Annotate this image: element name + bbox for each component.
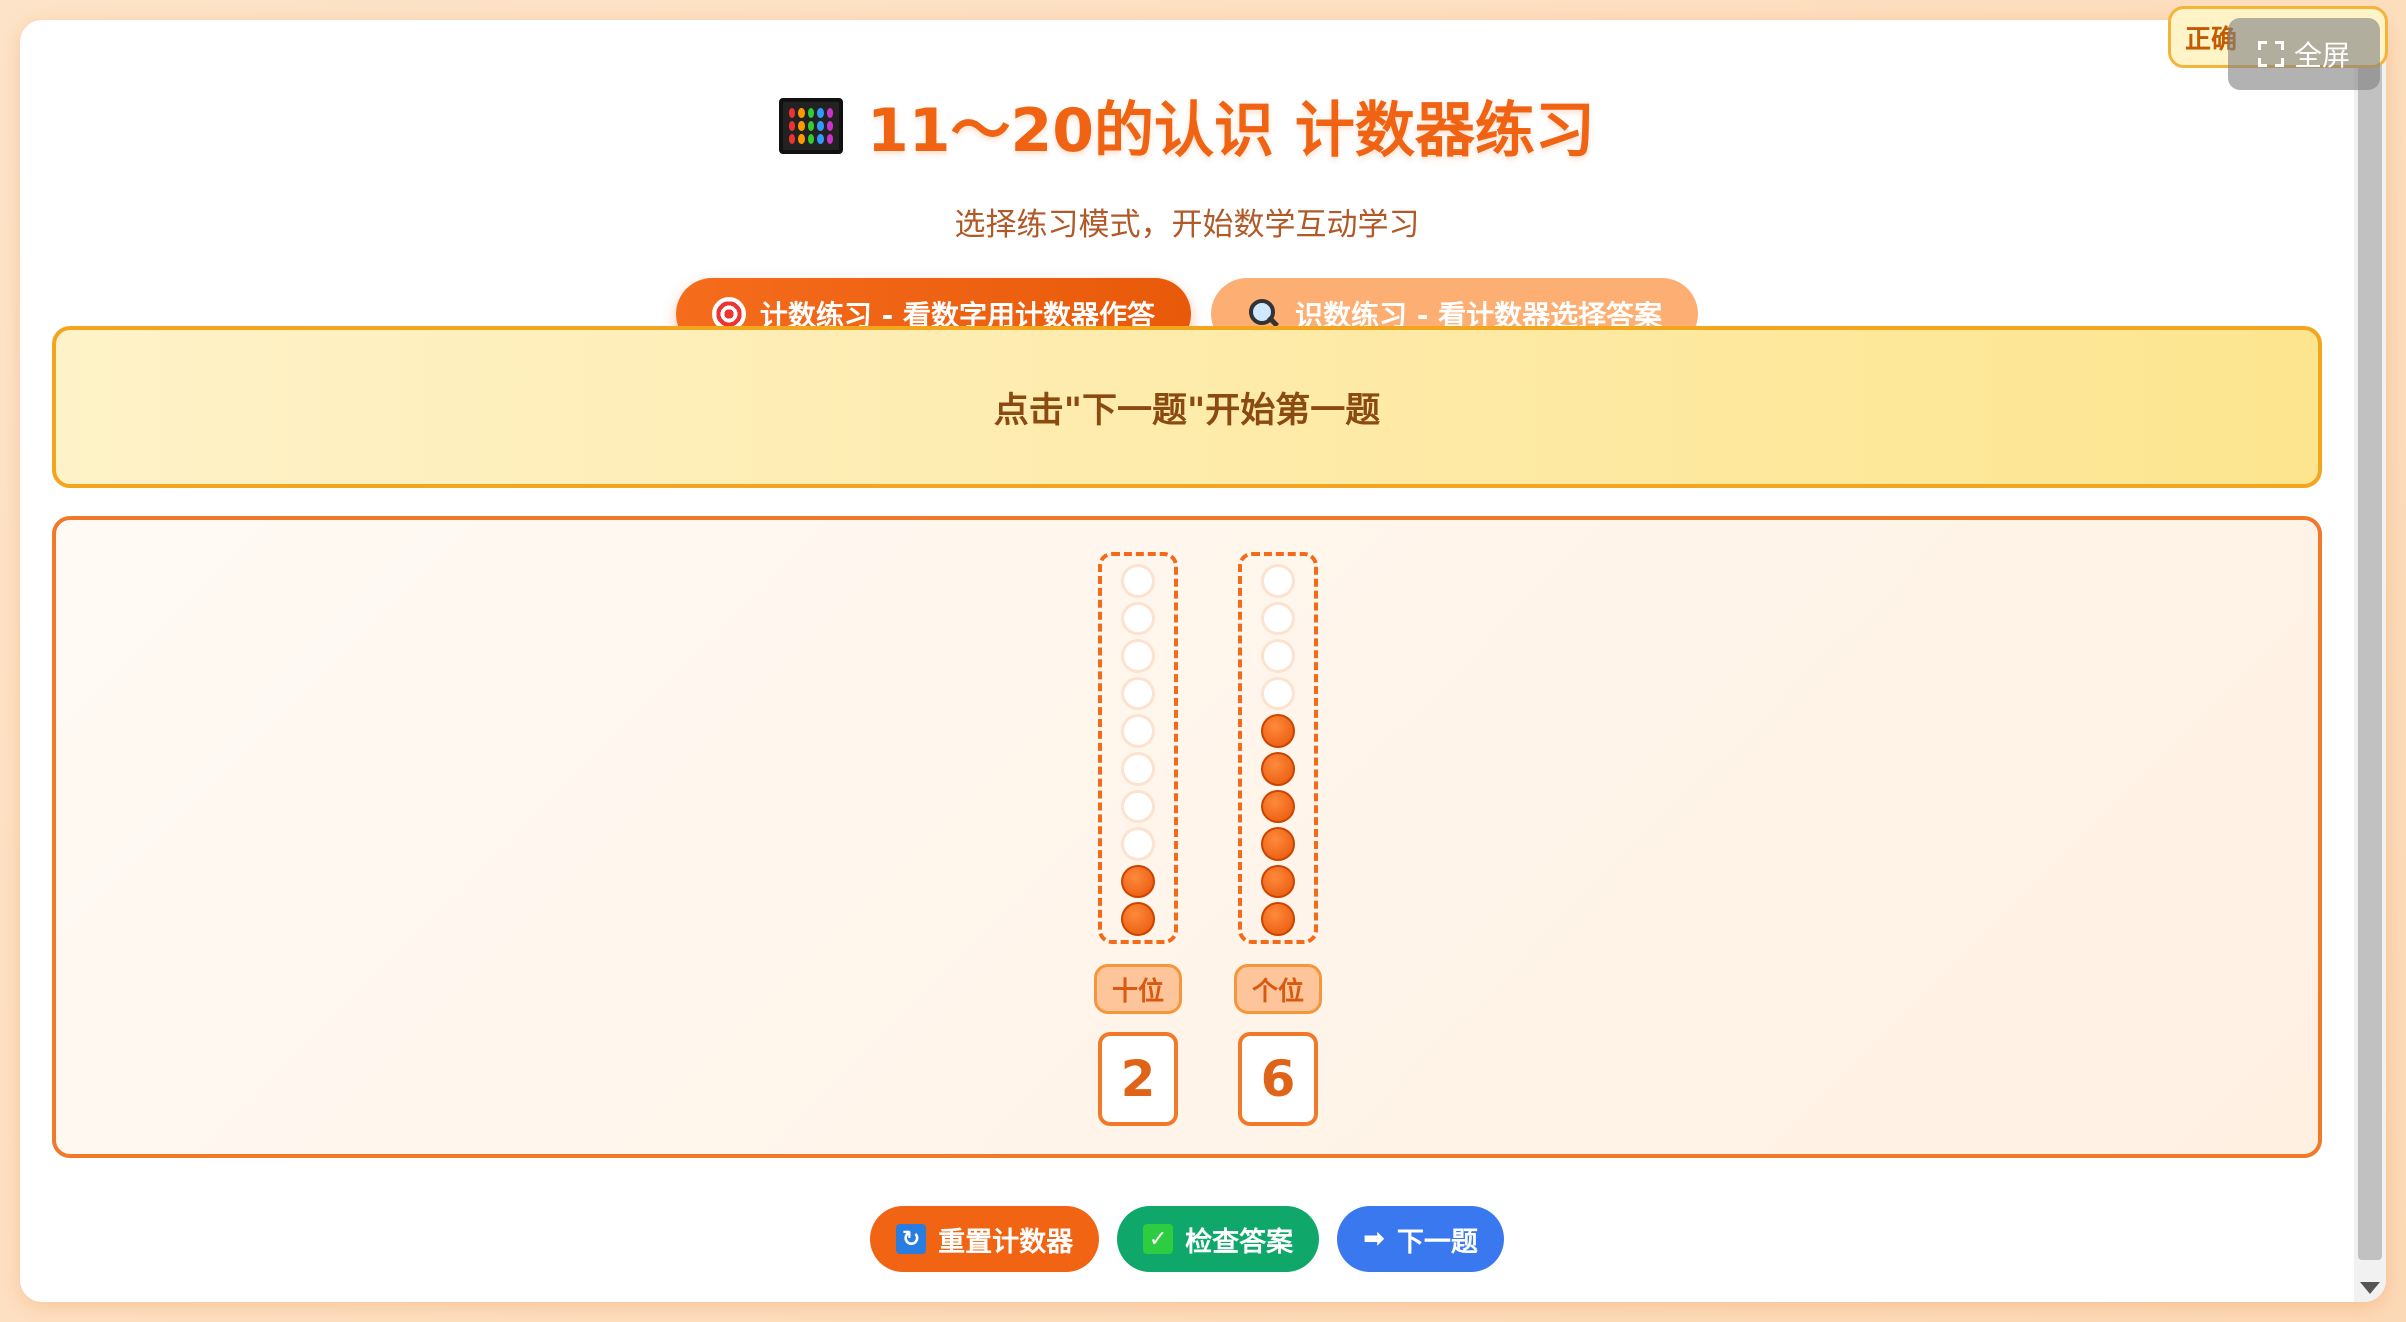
ones-place-label: 个位 bbox=[1234, 964, 1322, 1014]
bead-empty bbox=[1261, 639, 1295, 673]
bead-empty bbox=[1121, 564, 1155, 598]
bead-empty bbox=[1121, 827, 1155, 861]
next-question-button[interactable]: ➡ 下一题 bbox=[1337, 1206, 1504, 1272]
refresh-icon: ↻ bbox=[896, 1224, 927, 1254]
title-row: 11～20的认识 计数器练习 bbox=[20, 82, 2354, 169]
check-answer-button[interactable]: ✓ 检查答案 bbox=[1117, 1206, 1320, 1272]
bead-empty bbox=[1261, 564, 1295, 598]
action-buttons: ↻ 重置计数器 ✓ 检查答案 ➡ 下一题 bbox=[20, 1206, 2354, 1272]
app-card: 11～20的认识 计数器练习 选择练习模式，开始数学互动学习 计数练习 - 看数… bbox=[20, 20, 2386, 1302]
expand-icon bbox=[2257, 41, 2284, 67]
bead-empty bbox=[1121, 752, 1155, 786]
bead-empty bbox=[1121, 789, 1155, 824]
question-prompt-box: 点击"下一题"开始第一题 bbox=[52, 326, 2322, 488]
bead-filled bbox=[1261, 902, 1295, 936]
bead-filled bbox=[1261, 714, 1295, 749]
bead-empty bbox=[1261, 676, 1295, 711]
abacus-icon bbox=[779, 97, 844, 154]
reset-counter-label: 重置计数器 bbox=[938, 1226, 1074, 1258]
bead-filled bbox=[1261, 752, 1295, 786]
check-answer-label: 检查答案 bbox=[1185, 1226, 1294, 1258]
tens-place-label: 十位 bbox=[1094, 964, 1182, 1014]
scrollbar[interactable] bbox=[2354, 20, 2386, 1302]
arrow-right-icon: ➡ bbox=[1363, 1224, 1385, 1254]
fullscreen-label: 全屏 bbox=[2293, 39, 2350, 72]
fullscreen-button[interactable]: 全屏 bbox=[2228, 18, 2380, 90]
scrollbar-thumb[interactable] bbox=[2358, 50, 2382, 1260]
bead-filled bbox=[1261, 789, 1295, 824]
tens-digit: 2 bbox=[1098, 1032, 1178, 1126]
reset-counter-button[interactable]: ↻ 重置计数器 bbox=[870, 1206, 1100, 1272]
ones-rod[interactable] bbox=[1238, 552, 1318, 944]
bead-empty bbox=[1261, 601, 1295, 636]
checkmark-icon: ✓ bbox=[1143, 1224, 1174, 1254]
bead-empty bbox=[1121, 676, 1155, 711]
bead-empty bbox=[1121, 601, 1155, 636]
question-prompt: 点击"下一题"开始第一题 bbox=[993, 390, 1381, 431]
page-title: 11～20的认识 计数器练习 bbox=[867, 96, 1595, 166]
tens-rod[interactable] bbox=[1098, 552, 1178, 944]
ones-digit: 6 bbox=[1238, 1032, 1318, 1126]
bead-filled bbox=[1261, 864, 1295, 899]
counter-area: 十位 个位 2 6 bbox=[52, 516, 2322, 1158]
bead-empty bbox=[1121, 639, 1155, 673]
bead-filled bbox=[1261, 827, 1295, 861]
bead-filled bbox=[1121, 864, 1155, 899]
page-subtitle: 选择练习模式，开始数学互动学习 bbox=[954, 207, 1420, 243]
bead-empty bbox=[1121, 714, 1155, 749]
bead-filled bbox=[1121, 902, 1155, 937]
scroll-down-arrow-icon[interactable] bbox=[2360, 1282, 2380, 1294]
header: 11～20的认识 计数器练习 选择练习模式，开始数学互动学习 计数练习 - 看数… bbox=[20, 82, 2354, 350]
next-question-label: 下一题 bbox=[1396, 1226, 1478, 1258]
